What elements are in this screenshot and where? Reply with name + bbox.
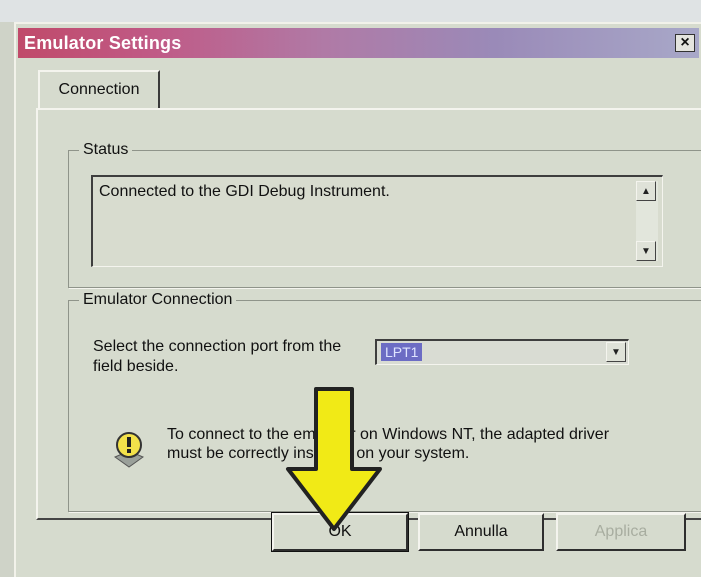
status-text: Connected to the GDI Debug Instrument. [99, 183, 390, 200]
status-scrollbar[interactable]: ▲ ▼ [636, 181, 658, 261]
close-icon[interactable]: × [675, 34, 695, 52]
cancel-button[interactable]: Annulla [418, 513, 544, 551]
apply-button[interactable]: Applica [556, 513, 686, 551]
emulator-connection-label: Emulator Connection [79, 290, 237, 310]
title-bar[interactable]: Emulator Settings × [18, 28, 699, 58]
status-group: Status Connected to the GDI Debug Instru… [68, 140, 701, 288]
port-selected-value: LPT1 [381, 343, 423, 361]
port-instruction-text: Select the connection port from the fiel… [93, 338, 342, 375]
chevron-down-icon[interactable]: ▼ [606, 342, 626, 362]
status-textbox[interactable]: Connected to the GDI Debug Instrument. ▲… [91, 175, 663, 267]
tab-connection[interactable]: Connection [38, 70, 160, 108]
info-warning-icon [113, 432, 145, 468]
yellow-down-arrow-icon [286, 387, 382, 531]
apply-button-label: Applica [594, 523, 648, 540]
driver-info-text: To connect to the emulator on Windows NT… [167, 426, 610, 462]
scroll-up-icon[interactable]: ▲ [636, 181, 656, 201]
tab-connection-label: Connection [58, 81, 140, 98]
port-select[interactable]: LPT1 ▼ [375, 339, 629, 365]
background-strip [0, 0, 701, 22]
status-group-label: Status [79, 140, 133, 160]
emulator-connection-group: Emulator Connection Select the connectio… [68, 290, 701, 512]
cancel-button-label: Annulla [454, 523, 508, 540]
dialog-title: Emulator Settings [24, 32, 182, 53]
scroll-down-icon[interactable]: ▼ [636, 241, 656, 261]
